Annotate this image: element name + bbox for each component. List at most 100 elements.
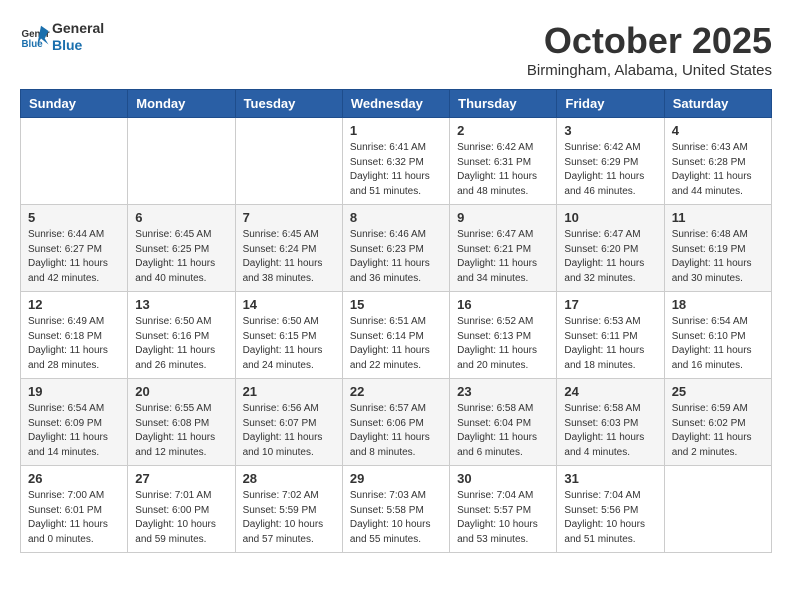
logo-icon: General Blue — [20, 22, 50, 52]
day-info: Sunrise: 6:48 AM Sunset: 6:19 PM Dayligh… — [672, 228, 764, 286]
day-number: 16 — [457, 297, 549, 312]
calendar-cell: 29Sunrise: 7:03 AM Sunset: 5:58 PM Dayli… — [342, 466, 449, 553]
day-info: Sunrise: 7:03 AM Sunset: 5:58 PM Dayligh… — [350, 489, 442, 547]
day-info: Sunrise: 6:49 AM Sunset: 6:18 PM Dayligh… — [28, 315, 120, 373]
logo: General Blue General Blue — [20, 20, 104, 54]
day-info: Sunrise: 6:55 AM Sunset: 6:08 PM Dayligh… — [135, 402, 227, 460]
calendar-cell: 28Sunrise: 7:02 AM Sunset: 5:59 PM Dayli… — [235, 466, 342, 553]
calendar-subtitle: Birmingham, Alabama, United States — [527, 62, 772, 79]
calendar-cell — [128, 118, 235, 205]
weekday-header-wednesday: Wednesday — [342, 90, 449, 118]
day-info: Sunrise: 6:57 AM Sunset: 6:06 PM Dayligh… — [350, 402, 442, 460]
weekday-header-row: SundayMondayTuesdayWednesdayThursdayFrid… — [21, 90, 772, 118]
day-number: 12 — [28, 297, 120, 312]
day-number: 22 — [350, 384, 442, 399]
day-info: Sunrise: 6:43 AM Sunset: 6:28 PM Dayligh… — [672, 141, 764, 199]
day-number: 6 — [135, 210, 227, 225]
day-number: 9 — [457, 210, 549, 225]
calendar-cell: 15 Sunrise: 6:51 AM Sunset: 6:14 PM Dayli… — [342, 292, 449, 379]
day-info: Sunrise: 6:45 AM Sunset: 6:25 PM Dayligh… — [135, 228, 227, 286]
week-row-5: 26 Sunrise: 7:00 AM Sunset: 6:01 PM Dayli… — [21, 466, 772, 553]
day-number: 20 — [135, 384, 227, 399]
weekday-header-saturday: Saturday — [664, 90, 771, 118]
calendar-cell: 20 Sunrise: 6:55 AM Sunset: 6:08 PM Dayli… — [128, 379, 235, 466]
day-number: 18 — [672, 297, 764, 312]
weekday-header-sunday: Sunday — [21, 90, 128, 118]
day-number: 8 — [350, 210, 442, 225]
day-info: Sunrise: 6:51 AM Sunset: 6:14 PM Dayligh… — [350, 315, 442, 373]
day-info: Sunrise: 6:52 AM Sunset: 6:13 PM Dayligh… — [457, 315, 549, 373]
calendar-cell: 14Sunrise: 6:50 AM Sunset: 6:15 PM Dayli… — [235, 292, 342, 379]
calendar-cell: 8 Sunrise: 6:46 AM Sunset: 6:23 PM Daylig… — [342, 205, 449, 292]
calendar-cell: 12 Sunrise: 6:49 AM Sunset: 6:18 PM Dayli… — [21, 292, 128, 379]
calendar-cell: 7Sunrise: 6:45 AM Sunset: 6:24 PM Daylig… — [235, 205, 342, 292]
day-info: Sunrise: 6:46 AM Sunset: 6:23 PM Dayligh… — [350, 228, 442, 286]
day-info: Sunrise: 6:50 AM Sunset: 6:16 PM Dayligh… — [135, 315, 227, 373]
day-number: 1 — [350, 123, 442, 138]
calendar-cell: 30 Sunrise: 7:04 AM Sunset: 5:57 PM Dayli… — [450, 466, 557, 553]
week-row-4: 19 Sunrise: 6:54 AM Sunset: 6:09 PM Dayli… — [21, 379, 772, 466]
day-number: 15 — [350, 297, 442, 312]
calendar-cell: 3 Sunrise: 6:42 AM Sunset: 6:29 PM Daylig… — [557, 118, 664, 205]
calendar-cell: 13 Sunrise: 6:50 AM Sunset: 6:16 PM Dayli… — [128, 292, 235, 379]
calendar-cell: 25Sunrise: 6:59 AM Sunset: 6:02 PM Dayli… — [664, 379, 771, 466]
day-number: 3 — [564, 123, 656, 138]
logo-text-general: General — [52, 20, 104, 37]
calendar-cell: 26 Sunrise: 7:00 AM Sunset: 6:01 PM Dayli… — [21, 466, 128, 553]
day-info: Sunrise: 6:58 AM Sunset: 6:03 PM Dayligh… — [564, 402, 656, 460]
weekday-header-monday: Monday — [128, 90, 235, 118]
day-number: 27 — [135, 471, 227, 486]
calendar-cell: 1Sunrise: 6:41 AM Sunset: 6:32 PM Daylig… — [342, 118, 449, 205]
week-row-3: 12 Sunrise: 6:49 AM Sunset: 6:18 PM Dayli… — [21, 292, 772, 379]
day-info: Sunrise: 7:04 AM Sunset: 5:57 PM Dayligh… — [457, 489, 549, 547]
day-number: 21 — [243, 384, 335, 399]
day-number: 30 — [457, 471, 549, 486]
day-number: 2 — [457, 123, 549, 138]
day-info: Sunrise: 6:54 AM Sunset: 6:09 PM Dayligh… — [28, 402, 120, 460]
day-number: 24 — [564, 384, 656, 399]
day-number: 17 — [564, 297, 656, 312]
day-number: 19 — [28, 384, 120, 399]
calendar-cell: 18Sunrise: 6:54 AM Sunset: 6:10 PM Dayli… — [664, 292, 771, 379]
day-info: Sunrise: 6:47 AM Sunset: 6:20 PM Dayligh… — [564, 228, 656, 286]
day-info: Sunrise: 6:50 AM Sunset: 6:15 PM Dayligh… — [243, 315, 335, 373]
day-info: Sunrise: 6:44 AM Sunset: 6:27 PM Dayligh… — [28, 228, 120, 286]
calendar-cell — [664, 466, 771, 553]
calendar-cell: 11 Sunrise: 6:48 AM Sunset: 6:19 PM Dayli… — [664, 205, 771, 292]
day-info: Sunrise: 7:01 AM Sunset: 6:00 PM Dayligh… — [135, 489, 227, 547]
weekday-header-thursday: Thursday — [450, 90, 557, 118]
calendar-cell: 22 Sunrise: 6:57 AM Sunset: 6:06 PM Dayli… — [342, 379, 449, 466]
day-number: 11 — [672, 210, 764, 225]
calendar-cell: 31 Sunrise: 7:04 AM Sunset: 5:56 PM Dayli… — [557, 466, 664, 553]
day-number: 10 — [564, 210, 656, 225]
calendar-cell: 5 Sunrise: 6:44 AM Sunset: 6:27 PM Daylig… — [21, 205, 128, 292]
day-info: Sunrise: 6:45 AM Sunset: 6:24 PM Dayligh… — [243, 228, 335, 286]
weekday-header-friday: Friday — [557, 90, 664, 118]
calendar-cell: 4 Sunrise: 6:43 AM Sunset: 6:28 PM Daylig… — [664, 118, 771, 205]
page-header: General Blue General Blue October 2025 B… — [20, 20, 772, 79]
calendar-cell: 19 Sunrise: 6:54 AM Sunset: 6:09 PM Dayli… — [21, 379, 128, 466]
calendar-cell: 24 Sunrise: 6:58 AM Sunset: 6:03 PM Dayli… — [557, 379, 664, 466]
calendar-cell: 21Sunrise: 6:56 AM Sunset: 6:07 PM Dayli… — [235, 379, 342, 466]
week-row-2: 5 Sunrise: 6:44 AM Sunset: 6:27 PM Daylig… — [21, 205, 772, 292]
day-info: Sunrise: 6:53 AM Sunset: 6:11 PM Dayligh… — [564, 315, 656, 373]
day-number: 26 — [28, 471, 120, 486]
day-info: Sunrise: 7:04 AM Sunset: 5:56 PM Dayligh… — [564, 489, 656, 547]
day-info: Sunrise: 7:00 AM Sunset: 6:01 PM Dayligh… — [28, 489, 120, 547]
calendar-cell: 2 Sunrise: 6:42 AM Sunset: 6:31 PM Daylig… — [450, 118, 557, 205]
day-info: Sunrise: 6:42 AM Sunset: 6:31 PM Dayligh… — [457, 141, 549, 199]
calendar-cell — [21, 118, 128, 205]
calendar-cell: 16 Sunrise: 6:52 AM Sunset: 6:13 PM Dayli… — [450, 292, 557, 379]
calendar-cell: 23Sunrise: 6:58 AM Sunset: 6:04 PM Dayli… — [450, 379, 557, 466]
day-number: 5 — [28, 210, 120, 225]
day-number: 31 — [564, 471, 656, 486]
day-info: Sunrise: 6:59 AM Sunset: 6:02 PM Dayligh… — [672, 402, 764, 460]
calendar-cell: 9Sunrise: 6:47 AM Sunset: 6:21 PM Daylig… — [450, 205, 557, 292]
day-number: 13 — [135, 297, 227, 312]
day-number: 28 — [243, 471, 335, 486]
logo-text-blue: Blue — [52, 37, 104, 54]
calendar-table: SundayMondayTuesdayWednesdayThursdayFrid… — [20, 89, 772, 553]
day-number: 4 — [672, 123, 764, 138]
day-info: Sunrise: 6:42 AM Sunset: 6:29 PM Dayligh… — [564, 141, 656, 199]
calendar-cell: 10 Sunrise: 6:47 AM Sunset: 6:20 PM Dayli… — [557, 205, 664, 292]
